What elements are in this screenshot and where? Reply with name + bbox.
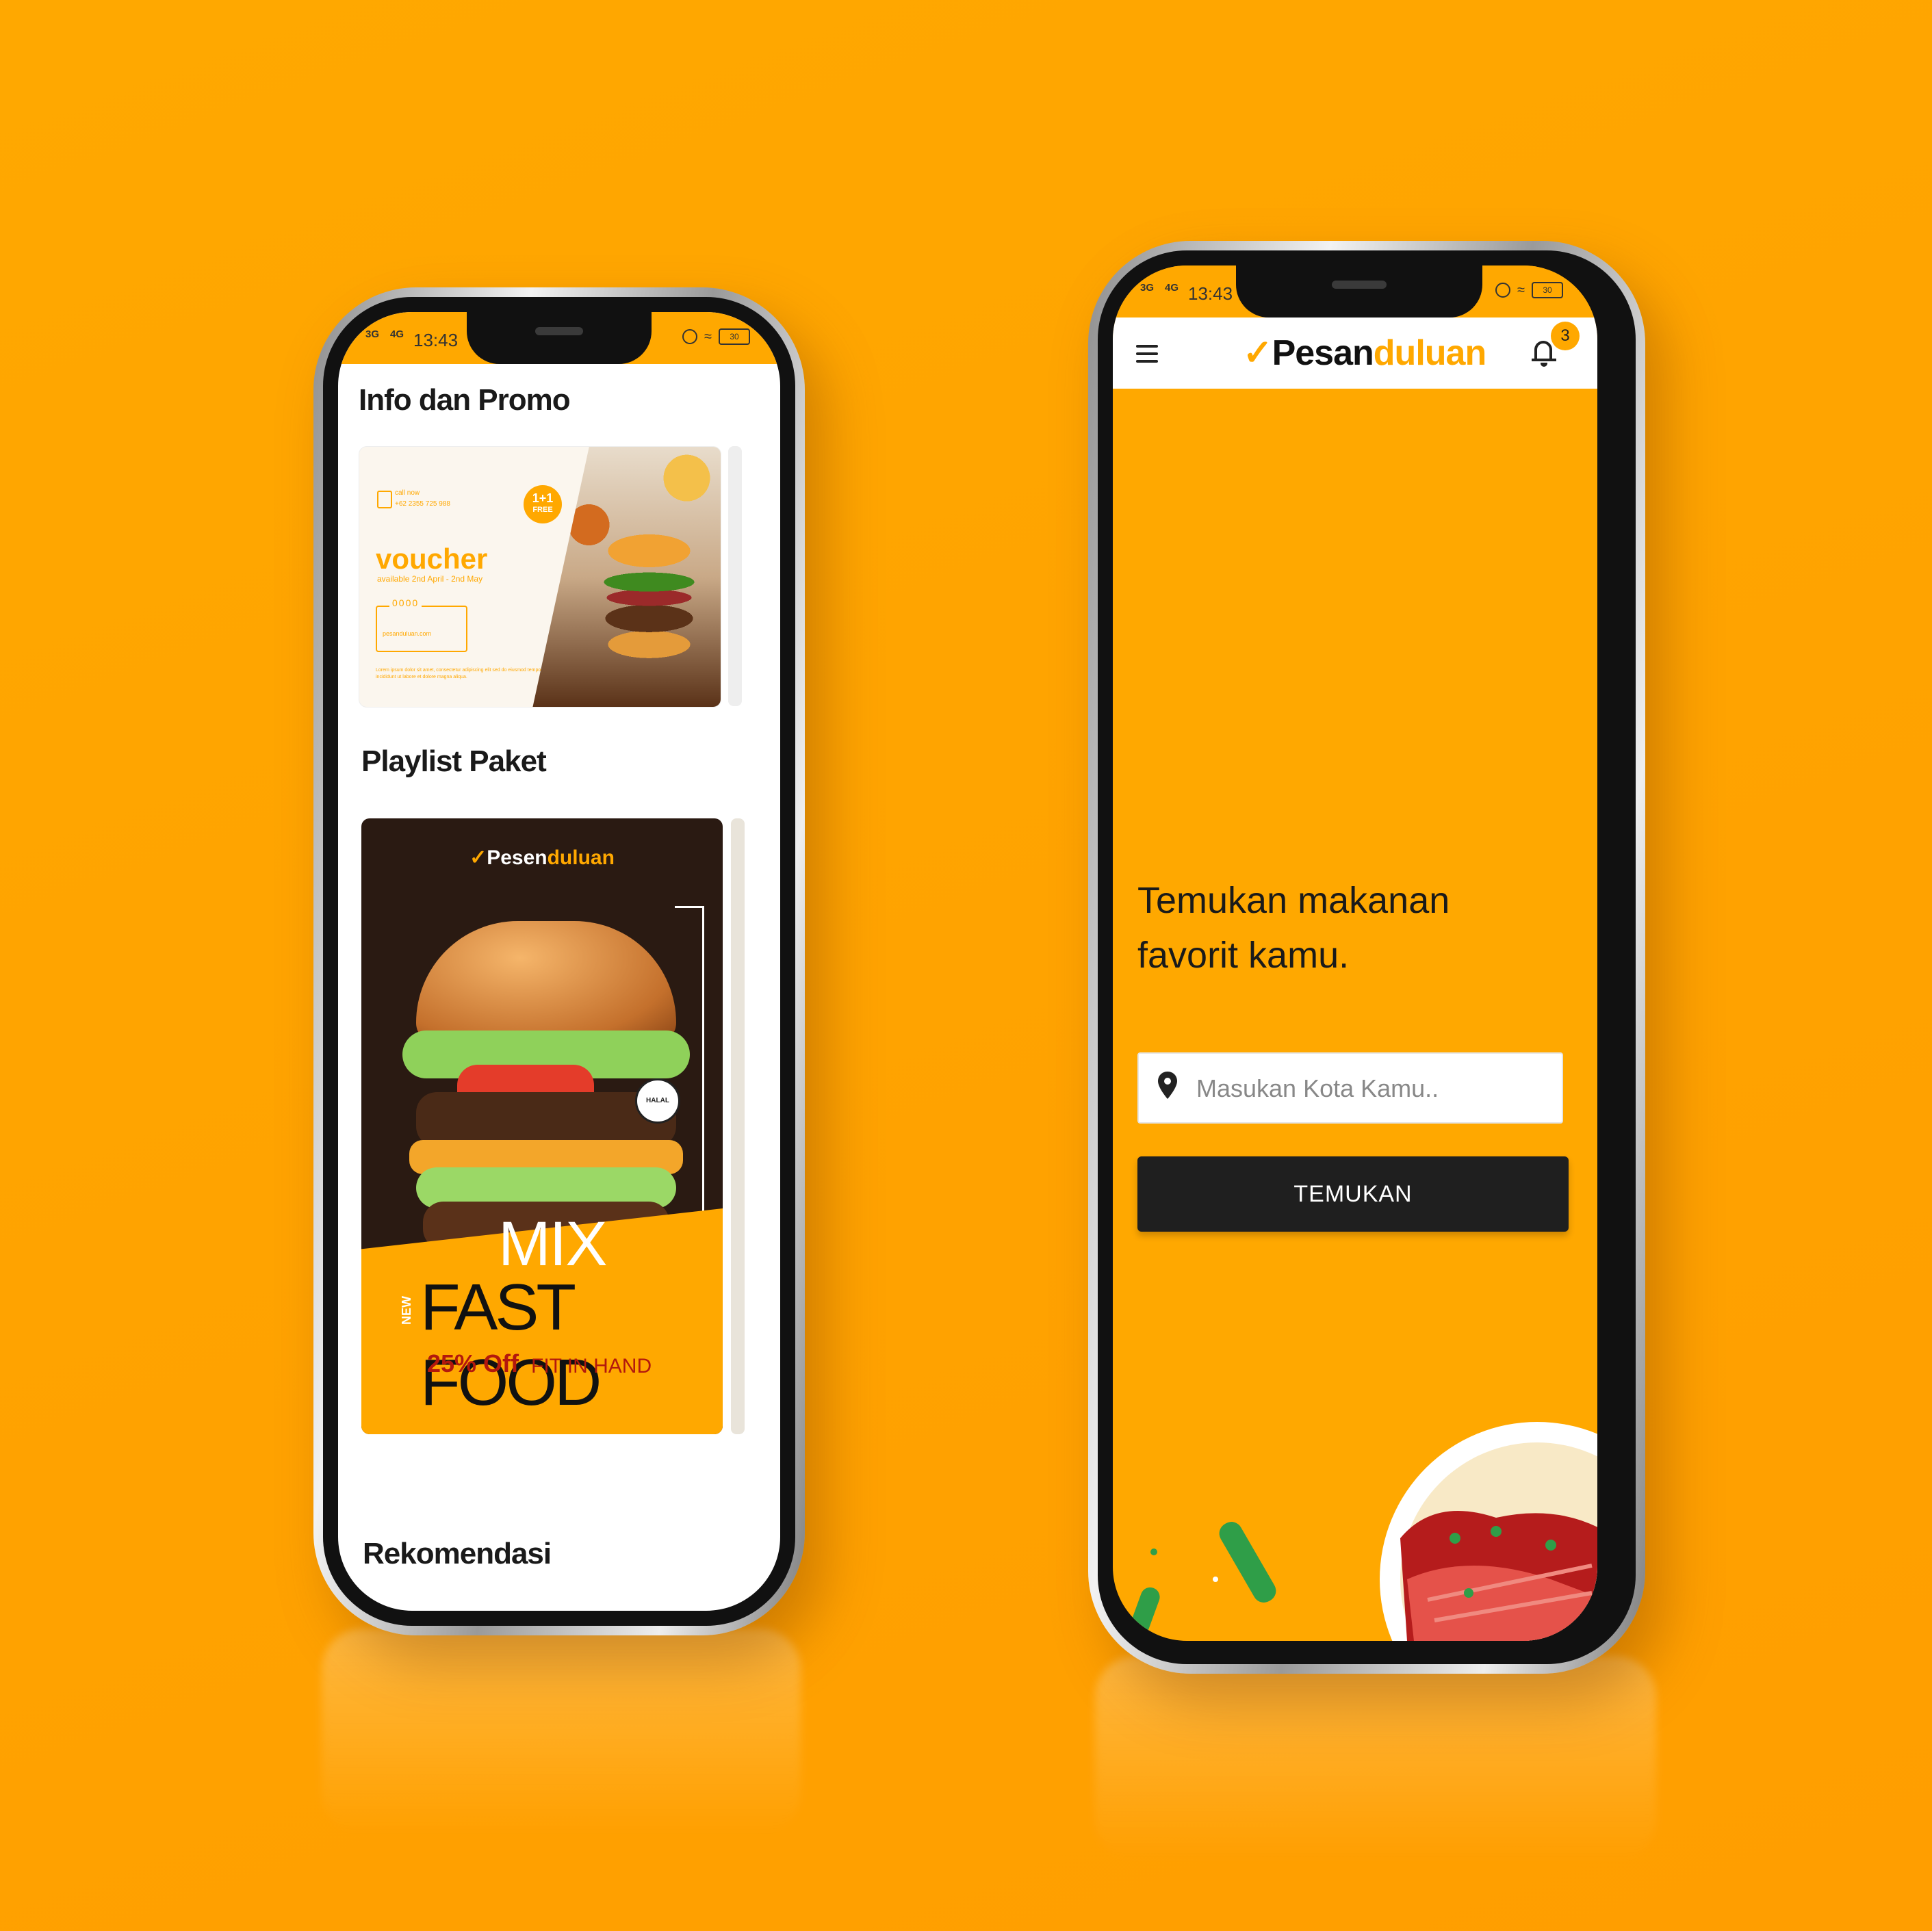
network-3g-indicator: 3G (365, 328, 380, 340)
right-phone-bezel: 3G 4G 13:43 ≈ 30 ✓Pesanduluan 3 Temukan … (1098, 250, 1636, 1664)
next-card-peek (728, 446, 742, 706)
left-phone: 3G 4G 13:43 ≈ 30 Info dan Promo call now… (313, 287, 805, 1635)
poster-logo: ✓Pesenduluan (361, 846, 723, 870)
wifi-icon: ≈ (1517, 282, 1525, 298)
playlist-poster-card[interactable]: ✓Pesenduluan HALAL MIX NEW FAST FOOD 25%… (361, 818, 723, 1434)
notification-count-badge: 3 (1551, 322, 1580, 350)
hero-headline-line2: favorit kamu. (1137, 935, 1350, 976)
status-time: 13:43 (413, 330, 459, 350)
badge-free-label: FREE (532, 506, 553, 514)
city-search-field[interactable] (1137, 1052, 1563, 1124)
battery-icon: 30 (1532, 282, 1563, 298)
voucher-call-label: call now (395, 489, 420, 497)
alarm-icon (682, 329, 698, 344)
network-3g-indicator: 3G (1140, 282, 1155, 294)
section-title-playlist: Playlist Paket (361, 744, 547, 778)
location-pin-icon (1158, 1072, 1177, 1099)
right-phone-reflection (1095, 1656, 1656, 1861)
poster-logo-prefix: Pesen (487, 846, 548, 869)
find-button[interactable]: TEMUKAN (1137, 1156, 1569, 1232)
badge-offer: 1+1 (532, 491, 554, 505)
hero-headline-line1: Temukan makanan (1137, 880, 1450, 921)
menu-icon[interactable] (1136, 345, 1158, 367)
speaker-grille (1332, 281, 1387, 289)
voucher-website: pesanduluan.com (383, 630, 432, 637)
voucher-free-badge: 1+1 FREE (524, 485, 562, 523)
voucher-title: voucher (376, 543, 488, 575)
network-4g-indicator: 4G (390, 328, 404, 340)
status-time: 13:43 (1188, 283, 1233, 304)
halal-badge: HALAL (635, 1078, 680, 1124)
phone-icon (377, 491, 392, 508)
poster-discount: 25% Off (427, 1349, 519, 1377)
logo-mark-icon: ✓ (1243, 333, 1273, 373)
poster-new-label: NEW (400, 1296, 413, 1325)
poster-tagline: FIT IN HAND (531, 1355, 652, 1377)
alarm-icon (1495, 283, 1511, 298)
notch (467, 312, 652, 364)
speaker-grille (535, 327, 583, 335)
app-header: ✓Pesanduluan 3 (1113, 317, 1597, 389)
burger-photo (532, 447, 721, 707)
voucher-phone-number: +62 2355 725 988 (395, 500, 450, 508)
poster-fast-food-text: FAST FOOD (420, 1271, 602, 1419)
voucher-code-box (376, 606, 467, 652)
city-search-input[interactable] (1195, 1054, 1540, 1124)
app-logo[interactable]: ✓Pesanduluan (1243, 333, 1486, 374)
poster-logo-suffix: duluan (547, 846, 615, 869)
section-title-info-promo: Info dan Promo (359, 383, 571, 417)
logo-prefix: Pesan (1272, 333, 1374, 373)
notch (1236, 265, 1482, 317)
voucher-availability: available 2nd April - 2nd May (377, 574, 483, 584)
network-4g-indicator: 4G (1165, 282, 1179, 294)
voucher-promo-card[interactable]: call now +62 2355 725 988 voucher availa… (359, 446, 721, 708)
next-poster-peek (731, 818, 745, 1434)
left-phone-screen: 3G 4G 13:43 ≈ 30 Info dan Promo call now… (338, 312, 780, 1611)
section-title-rekomendasi: Rekomendasi (363, 1537, 552, 1570)
battery-icon: 30 (719, 328, 750, 345)
food-illustration (1126, 1422, 1597, 1641)
left-phone-bezel: 3G 4G 13:43 ≈ 30 Info dan Promo call now… (323, 297, 795, 1626)
right-phone-screen: 3G 4G 13:43 ≈ 30 ✓Pesanduluan 3 Temukan … (1113, 265, 1597, 1641)
left-phone-reflection (322, 1629, 801, 1834)
voucher-text-panel: call now +62 2355 725 988 voucher availa… (359, 447, 558, 707)
right-phone: 3G 4G 13:43 ≈ 30 ✓Pesanduluan 3 Temukan … (1088, 241, 1645, 1674)
logo-suffix: duluan (1373, 333, 1486, 373)
wifi-icon: ≈ (704, 328, 712, 344)
voucher-code-dots: 0000 (389, 597, 422, 608)
voucher-fine-print: Lorem ipsum dolor sit amet, consectetur … (376, 668, 543, 679)
logo-mark-icon: ✓ (469, 846, 487, 869)
